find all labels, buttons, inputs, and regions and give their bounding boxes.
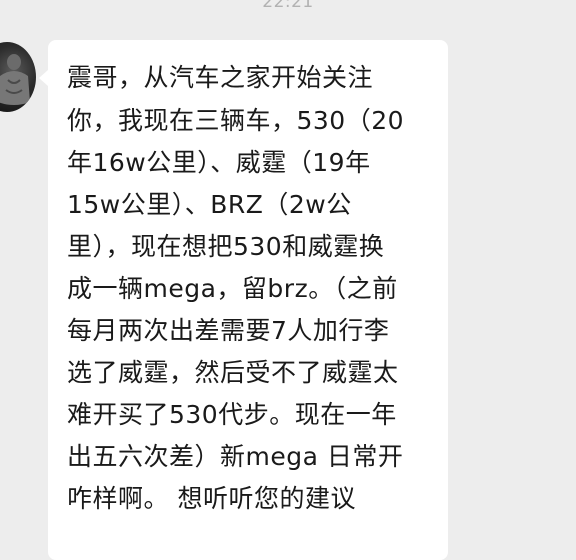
message-line-8: 选了威霆，然后受不了威霆太 [67,358,399,387]
bubble-tail [39,70,48,86]
message-timestamp: 22:21 [262,0,314,12]
contact-avatar[interactable] [0,42,36,112]
message-line-7: 每月两次出差需要7人加行李 [67,316,390,345]
message-line-9: 难开买了530代步。现在一年 [67,400,397,429]
message-line-1: 震哥，从汽车之家开始关注 [67,63,374,92]
message-line-6: 成一辆mega，留brz。（之前 [67,274,398,303]
message-line-5: 里），现在想把530和威霆换 [67,232,385,261]
message-line-10: 出五六次差）新mega 日常开 [67,442,404,471]
message-line-3: 年16w公里）、威霆（19年 [67,148,371,177]
message-line-2: 你，我现在三辆车，530（20 [67,106,405,135]
user-avatar-icon [0,54,30,105]
message-line-4: 15w公里）、BRZ（2w公 [67,190,352,219]
message-line-11: 咋样啊。 想听听您的建议 [67,484,356,513]
message-bubble[interactable]: 震哥，从汽车之家开始关注 你，我现在三辆车，530（20 年16w公里）、威霆（… [39,40,448,560]
